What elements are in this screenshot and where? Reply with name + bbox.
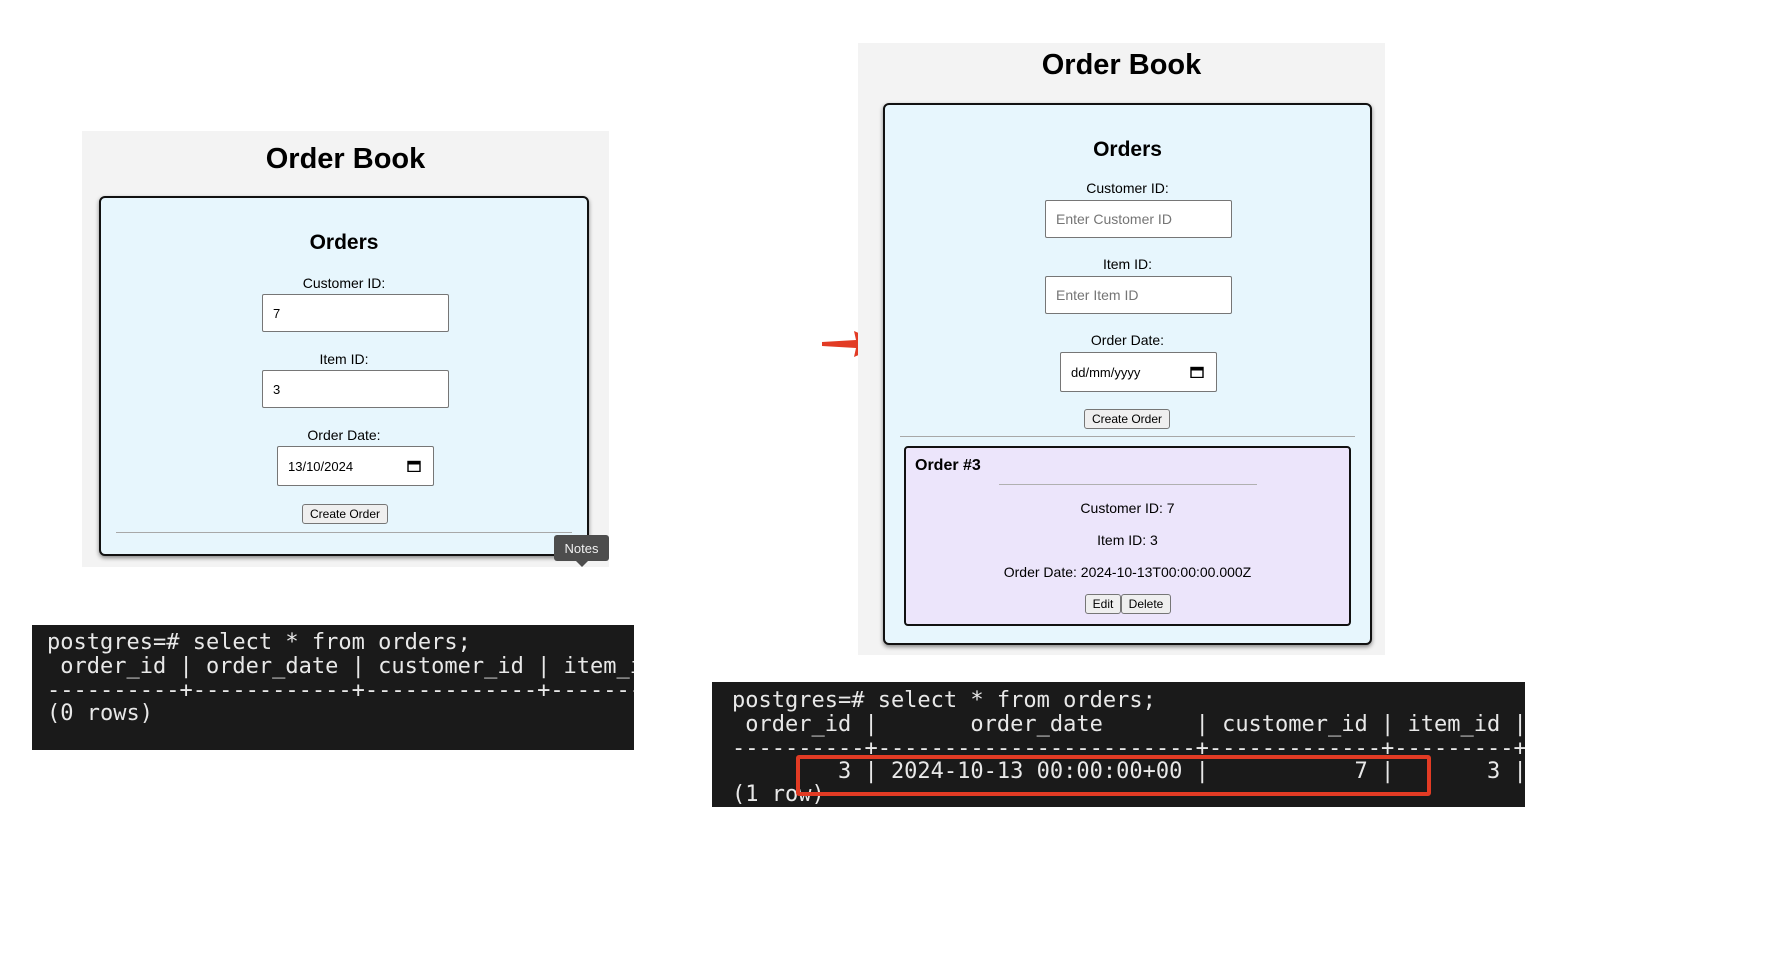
customer-id-label: Customer ID: (1086, 180, 1169, 196)
terminal-line: order_id | order_date | customer_id | it… (60, 654, 634, 679)
section-title: Orders (1093, 138, 1162, 161)
order-date-placeholder: dd/mm/yyyy (1071, 364, 1141, 380)
notes-tooltip: Notes (554, 535, 609, 567)
order-divider (999, 484, 1257, 485)
terminal-line: postgres=# select * from orders; (47, 630, 471, 655)
app-title: Order Book (1041, 49, 1202, 81)
calendar-icon[interactable] (1190, 366, 1204, 378)
section-title: Orders (309, 231, 379, 254)
row-highlight-box (796, 755, 1431, 796)
create-order-button[interactable]: Create Order (302, 504, 388, 524)
terminal-line: postgres=# select * from orders; (732, 688, 1156, 713)
calendar-icon[interactable] (407, 460, 421, 472)
customer-id-input[interactable]: 7 (262, 294, 449, 332)
terminal-line: (0 rows) (47, 701, 153, 726)
after-app-panel: Order Book Orders Customer ID: Enter Cus… (858, 43, 1385, 655)
app-title: Order Book (265, 143, 426, 175)
item-id-input[interactable]: 3 (262, 370, 449, 408)
order-card: Order #3 Customer ID: 7 Item ID: 3 Order… (904, 446, 1351, 626)
divider (116, 532, 572, 533)
terminal-line: order_id | order_date | customer_id | it… (732, 712, 1525, 737)
before-app-panel: Order Book Orders Customer ID: 7 Item ID… (82, 131, 609, 567)
item-id-input[interactable]: Enter Item ID (1045, 276, 1232, 314)
order-date: Order Date: 2024-10-13T00:00:00.000Z (1003, 564, 1252, 580)
item-id-label: Item ID: (319, 351, 369, 367)
order-customer: Customer ID: 7 (1080, 500, 1175, 516)
delete-button[interactable]: Delete (1121, 594, 1171, 614)
order-date-input[interactable]: 13/10/2024 (277, 446, 434, 486)
order-date-input[interactable]: dd/mm/yyyy (1060, 352, 1217, 392)
order-title: Order #3 (915, 457, 981, 474)
divider (900, 436, 1355, 437)
item-id-label: Item ID: (1102, 256, 1152, 272)
order-date-value: 13/10/2024 (288, 458, 354, 474)
create-order-button[interactable]: Create Order (1084, 409, 1170, 429)
order-item: Item ID: 3 (1097, 532, 1158, 548)
orders-card: Orders Customer ID: Enter Customer ID It… (883, 103, 1372, 645)
order-date-label: Order Date: (307, 427, 381, 443)
before-terminal: postgres=# select * from orders; order_i… (32, 625, 634, 750)
customer-id-input[interactable]: Enter Customer ID (1045, 200, 1232, 238)
edit-button[interactable]: Edit (1085, 594, 1121, 614)
order-date-label: Order Date: (1090, 332, 1165, 348)
customer-id-label: Customer ID: (302, 275, 386, 291)
orders-card: Orders Customer ID: 7 Item ID: 3 Order D… (99, 196, 589, 556)
